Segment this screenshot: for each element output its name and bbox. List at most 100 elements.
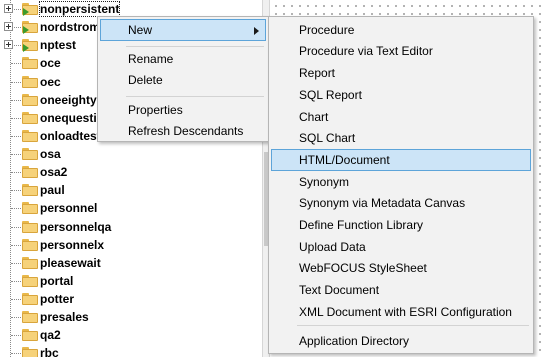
folder-icon: [22, 239, 38, 251]
submenu-item-define-function-library[interactable]: Define Function Library: [271, 214, 531, 236]
tree-item[interactable]: personnel: [0, 199, 262, 217]
submenu-item-label: Synonym: [299, 175, 350, 189]
menu-item-rename-label: Rename: [128, 52, 174, 66]
tree-item-label: presales: [40, 310, 89, 324]
folder-icon: [22, 221, 38, 233]
submenu-item-html-document[interactable]: HTML/Document: [271, 149, 531, 171]
menu-item-delete-label: Delete: [128, 73, 163, 87]
context-menu: New Rename Delete Properties Refresh Des…: [97, 16, 269, 142]
new-submenu: Procedure Procedure via Text Editor Report…: [268, 16, 534, 354]
submenu-item-label: HTML/Document: [299, 153, 390, 167]
submenu-item-label: SQL Report: [299, 88, 362, 102]
tree-item[interactable]: personnelqa: [0, 218, 262, 236]
folder-icon: [22, 329, 38, 341]
folder-icon: [22, 311, 38, 323]
folder-icon: [22, 130, 38, 142]
tree-item-label: oec: [40, 75, 61, 89]
folder-icon: [22, 94, 38, 106]
folder-icon: [22, 166, 38, 178]
tree-item[interactable]: portal: [0, 272, 262, 290]
menu-item-refresh-descendants-label: Refresh Descendants: [128, 124, 244, 138]
submenu-item-label: Procedure via Text Editor: [299, 44, 433, 58]
menu-item-properties[interactable]: Properties: [100, 99, 266, 121]
submenu-item-application-directory[interactable]: Application Directory: [271, 330, 531, 352]
tree-item-label: pleasewait: [40, 256, 101, 270]
tree-item[interactable]: presales: [0, 308, 262, 326]
menu-item-refresh-descendants[interactable]: Refresh Descendants: [100, 120, 266, 142]
submenu-item-procedure[interactable]: Procedure: [271, 19, 531, 41]
menu-separator: [126, 46, 264, 47]
tree-item-label: oce: [40, 56, 61, 70]
tree-item-label: potter: [40, 292, 74, 306]
tree-item[interactable]: pleasewait: [0, 254, 262, 272]
menu-item-delete[interactable]: Delete: [100, 69, 266, 91]
tree-item-label: portal: [40, 274, 74, 288]
folder-icon: [22, 148, 38, 160]
tree-item-label: personnelqa: [40, 220, 112, 234]
submenu-item-label: SQL Chart: [299, 131, 356, 145]
submenu-item-label: Application Directory: [299, 334, 410, 348]
submenu-item-procedure-via-text-editor[interactable]: Procedure via Text Editor: [271, 40, 531, 62]
tree-item-label: nordstrom: [40, 20, 100, 34]
expand-icon[interactable]: [4, 40, 13, 49]
submenu-item-label: Text Document: [299, 283, 380, 297]
tree-item[interactable]: paul: [0, 181, 262, 199]
chevron-right-icon: [254, 27, 259, 35]
folder-arrow-icon: [22, 3, 38, 16]
tree-item-label: personnelx: [40, 238, 105, 252]
submenu-item-text-document[interactable]: Text Document: [271, 279, 531, 301]
tree-item[interactable]: qa2: [0, 326, 262, 344]
folder-icon: [22, 112, 38, 124]
tree-item[interactable]: rbc: [0, 344, 262, 357]
folder-icon: [22, 275, 38, 287]
submenu-item-xml-document-with-esri-configuration[interactable]: XML Document with ESRI Configuration: [271, 301, 531, 323]
submenu-item-sql-chart[interactable]: SQL Chart: [271, 127, 531, 149]
tree-item[interactable]: osa: [0, 145, 262, 163]
submenu-item-upload-data[interactable]: Upload Data: [271, 236, 531, 258]
submenu-item-synonym-via-metadata-canvas[interactable]: Synonym via Metadata Canvas: [271, 192, 531, 214]
tree-item-label: onloadtest: [40, 129, 101, 143]
submenu-item-report[interactable]: Report: [271, 62, 531, 84]
submenu-item-label: Synonym via Metadata Canvas: [299, 196, 466, 210]
tree-item-label: nptest: [40, 38, 76, 52]
submenu-item-label: Report: [299, 66, 336, 80]
submenu-item-sql-report[interactable]: SQL Report: [271, 84, 531, 106]
menu-item-rename[interactable]: Rename: [100, 48, 266, 70]
folder-icon: [22, 257, 38, 269]
menu-item-new-label: New: [128, 23, 153, 37]
folder-arrow-icon: [22, 21, 38, 34]
folder-icon: [22, 202, 38, 214]
tree-item-label: personnel: [40, 201, 98, 215]
tree-item-label: qa2: [40, 328, 61, 342]
submenu-item-label: Chart: [299, 110, 329, 124]
menu-separator: [126, 96, 264, 97]
submenu-item-label: XML Document with ESRI Configuration: [299, 305, 512, 319]
folder-arrow-icon: [22, 39, 38, 52]
tree-item[interactable]: potter: [0, 290, 262, 308]
tree-item-label: paul: [40, 183, 65, 197]
menu-separator: [297, 325, 529, 326]
tree-item-label: osa2: [40, 165, 68, 179]
expand-icon[interactable]: [4, 4, 13, 13]
folder-icon: [22, 293, 38, 305]
submenu-item-label: Procedure: [299, 23, 355, 37]
submenu-item-chart[interactable]: Chart: [271, 106, 531, 128]
tree-item-label: nonpersistent: [38, 1, 121, 17]
submenu-item-label: WebFOCUS StyleSheet: [299, 261, 427, 275]
tree-item-label: osa: [40, 147, 61, 161]
menu-item-new[interactable]: New: [100, 19, 266, 41]
tree-item[interactable]: osa2: [0, 163, 262, 181]
folder-icon: [22, 76, 38, 88]
tree-item-label: oneeighty: [40, 93, 97, 107]
menu-item-properties-label: Properties: [128, 103, 183, 117]
tree-item[interactable]: personnelx: [0, 236, 262, 254]
folder-icon: [22, 347, 38, 357]
submenu-item-label: Define Function Library: [299, 218, 424, 232]
tree-item-label: rbc: [40, 346, 59, 357]
expand-icon[interactable]: [4, 22, 13, 31]
submenu-item-label: Upload Data: [299, 240, 366, 254]
submenu-item-synonym[interactable]: Synonym: [271, 171, 531, 193]
folder-icon: [22, 57, 38, 69]
folder-icon: [22, 184, 38, 196]
submenu-item-webfocus-stylesheet[interactable]: WebFOCUS StyleSheet: [271, 257, 531, 279]
